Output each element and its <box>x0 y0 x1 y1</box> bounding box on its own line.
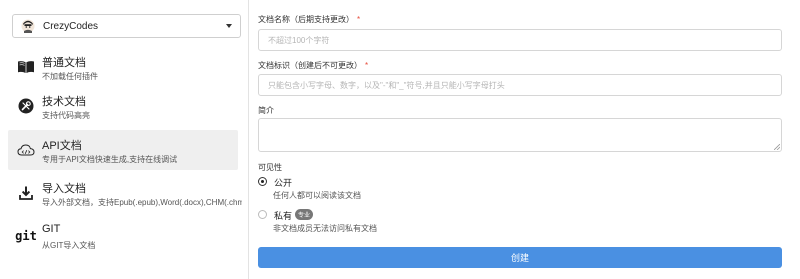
public-label: 公开 <box>274 178 293 188</box>
visibility-label: 可见性 <box>258 163 282 172</box>
private-radio[interactable] <box>258 210 267 219</box>
tools-icon <box>17 98 35 114</box>
git-icon: git <box>15 229 37 243</box>
doc-name-input[interactable] <box>258 29 782 51</box>
public-radio[interactable] <box>258 177 267 186</box>
doc-intro-textarea[interactable] <box>258 118 782 152</box>
book-icon <box>17 59 35 75</box>
doc-type-description: 不加载任何插件 <box>42 72 98 81</box>
workspace-select[interactable]: CrezyCodes <box>12 14 241 38</box>
visibility-public-option[interactable]: 公开 <box>258 176 292 189</box>
required-mark: * <box>365 61 369 70</box>
doc-type-item[interactable]: 普通文档不加载任何插件 <box>8 47 238 87</box>
chevron-down-icon <box>226 24 232 28</box>
resize-grip-icon[interactable] <box>774 144 780 150</box>
doc-slug-label: 文档标识（创建后不可更改） * <box>258 61 369 70</box>
doc-type-title: GIT <box>42 223 61 235</box>
doc-type-title: 导入文档 <box>42 183 86 195</box>
public-description: 任何人都可以阅读该文档 <box>273 191 361 200</box>
doc-type-description: 从GIT导入文档 <box>42 241 96 250</box>
private-description: 非文档成员无法访问私有文档 <box>273 224 377 233</box>
doc-intro-label: 简介 <box>258 106 274 115</box>
doc-type-item[interactable]: git GIT 从GIT导入文档 <box>8 216 238 256</box>
required-mark: * <box>357 15 361 24</box>
doc-type-item[interactable]: 导入文档导入外部文档，支持Epub(.epub),Word(.docx),CHM… <box>8 173 242 213</box>
doc-type-item[interactable]: API文档专用于API文档快速生成,支持在线调试 <box>8 130 238 170</box>
cloud-api-icon <box>17 142 35 158</box>
download-icon <box>17 185 35 201</box>
doc-type-description: 支持代码高亮 <box>42 111 90 120</box>
pro-badge: 专业 <box>295 209 314 220</box>
doc-slug-input[interactable] <box>258 74 782 96</box>
private-label: 私有 <box>274 211 293 221</box>
doc-name-label: 文档名称（后期支持更改） * <box>258 15 361 24</box>
doc-type-title: 技术文档 <box>42 96 86 108</box>
avatar <box>21 19 35 33</box>
doc-type-panel: CrezyCodes 普通文档 不加载任何插件 技术文档 支持代码高亮 API文档 专用于… <box>0 0 249 279</box>
visibility-private-option[interactable]: 私有 专业 <box>258 209 314 222</box>
workspace-name: CrezyCodes <box>43 20 99 32</box>
doc-type-description: 专用于API文档快速生成,支持在线调试 <box>42 155 178 164</box>
create-button[interactable]: 创建 <box>258 247 782 268</box>
doc-type-description: 导入外部文档，支持Epub(.epub),Word(.docx),CHM(.ch… <box>42 198 242 207</box>
create-document-dialog: CrezyCodes 普通文档 不加载任何插件 技术文档 支持代码高亮 API文档 专用于… <box>0 0 800 279</box>
document-form: 文档名称（后期支持更改）* 文档标识（创建后不可更改）* 简介 可见性 公开 任… <box>250 0 800 279</box>
doc-type-title: API文档 <box>42 140 82 152</box>
doc-type-title: 普通文档 <box>42 57 86 69</box>
doc-type-item[interactable]: 技术文档支持代码高亮 <box>8 86 238 126</box>
